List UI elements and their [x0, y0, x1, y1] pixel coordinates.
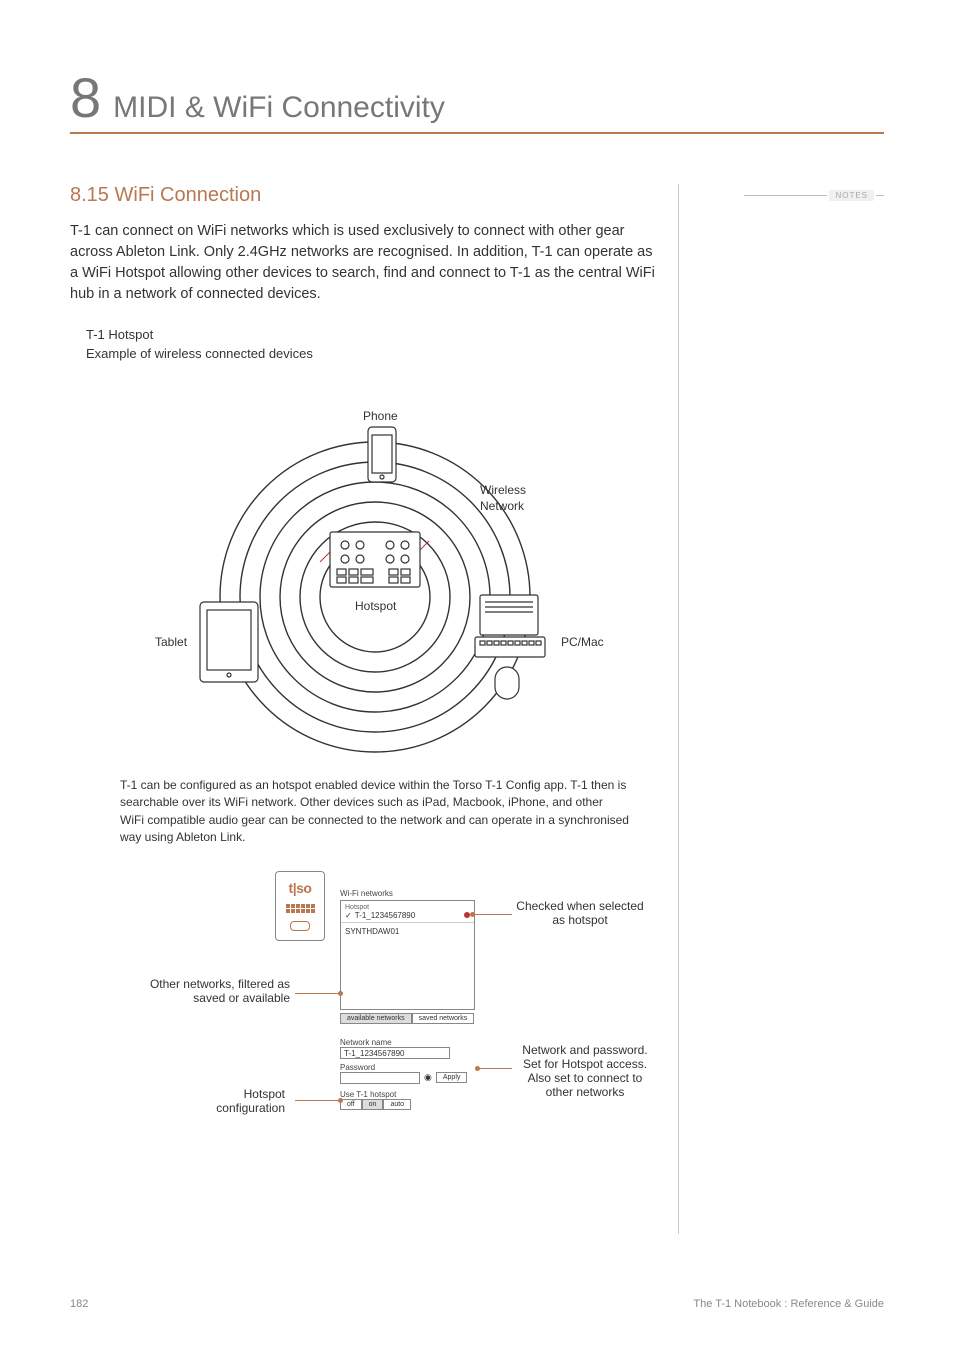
network-name-label: Network name	[340, 1038, 490, 1047]
network-row-2[interactable]: SYNTHDAW01	[341, 925, 474, 938]
page-number: 182	[70, 1298, 88, 1310]
hotspot-toggle: off on auto	[340, 1099, 490, 1110]
device-icon: t|so	[275, 871, 325, 941]
wifi-networks-label: Wi-Fi networks	[340, 889, 475, 898]
wifi-networks-panel: Wi-Fi networks Hotspot ✓ T-1_1234567890 …	[340, 889, 475, 1024]
chapter-header: 8 MIDI & WiFi Connectivity	[70, 70, 884, 134]
check-icon: ✓	[345, 911, 352, 920]
config-caption: T-1 can be configured as an hotspot enab…	[120, 777, 630, 847]
section-number: 8.15	[70, 184, 109, 206]
network-name-field[interactable]: T-1_1234567890	[340, 1047, 450, 1059]
diagram-svg	[85, 377, 645, 757]
hotspot-auto-button[interactable]: auto	[383, 1099, 411, 1110]
password-label: Password	[340, 1063, 490, 1072]
network-row-1[interactable]: ✓ T-1_1234567890	[341, 911, 474, 920]
torso-logo: t|so	[289, 880, 312, 896]
notes-tag: NOTES	[744, 188, 884, 202]
intro-paragraph: T-1 can connect on WiFi networks which i…	[70, 221, 660, 305]
hotspot-on-button[interactable]: on	[362, 1099, 384, 1110]
password-field[interactable]	[340, 1072, 420, 1084]
diagram-label-wireless: Wireless	[480, 483, 526, 497]
notes-column: NOTES	[678, 184, 884, 1234]
section-name: WiFi Connection	[115, 184, 262, 206]
callout-other-networks: Other networks, filtered as saved or ava…	[125, 977, 290, 1005]
network-filter-tabs: available networks saved networks	[340, 1013, 475, 1024]
saved-networks-tab[interactable]: saved networks	[412, 1013, 475, 1024]
diagram-label-phone: Phone	[363, 409, 398, 423]
available-networks-tab[interactable]: available networks	[340, 1013, 412, 1024]
apply-button[interactable]: Apply	[436, 1072, 468, 1083]
diagram-label-tablet: Tablet	[155, 635, 187, 649]
callout-checked: Checked when selected as hotspot	[515, 899, 645, 927]
diagram-label-network: Network	[480, 499, 524, 513]
wireless-diagram: Phone Wireless Network Hotspot Tablet PC…	[85, 377, 645, 757]
page-footer: 182 The T-1 Notebook : Reference & Guide	[70, 1298, 884, 1310]
config-illustration: t|so Wi-Fi networks Hotspot ✓ T-1_123456…	[85, 863, 645, 1133]
example-subtitle: Example of wireless connected devices	[86, 346, 660, 361]
callout-hotspot-config: Hotspot configuration	[185, 1087, 285, 1115]
network-settings-panel: Network name T-1_1234567890 Password ◉ A…	[340, 1038, 490, 1110]
hotspot-row-label: Hotspot	[341, 901, 474, 911]
main-column: 8.15 WiFi Connection T-1 can connect on …	[70, 184, 660, 1234]
use-hotspot-label: Use T-1 hotspot	[340, 1090, 490, 1099]
diagram-label-pc: PC/Mac	[561, 635, 604, 649]
hotspot-off-button[interactable]: off	[340, 1099, 362, 1110]
chapter-title: MIDI & WiFi Connectivity	[113, 91, 445, 125]
ssid-1: T-1_1234567890	[355, 911, 416, 920]
callout-net-pwd: Network and password. Set for Hotspot ac…	[515, 1043, 655, 1099]
diagram-label-hotspot: Hotspot	[355, 599, 396, 613]
chapter-number: 8	[70, 70, 101, 126]
book-title: The T-1 Notebook : Reference & Guide	[693, 1298, 884, 1310]
eye-icon[interactable]: ◉	[424, 1072, 432, 1083]
section-title: 8.15 WiFi Connection	[70, 184, 660, 207]
example-title: T-1 Hotspot	[86, 327, 660, 342]
notes-label: NOTES	[829, 190, 874, 201]
